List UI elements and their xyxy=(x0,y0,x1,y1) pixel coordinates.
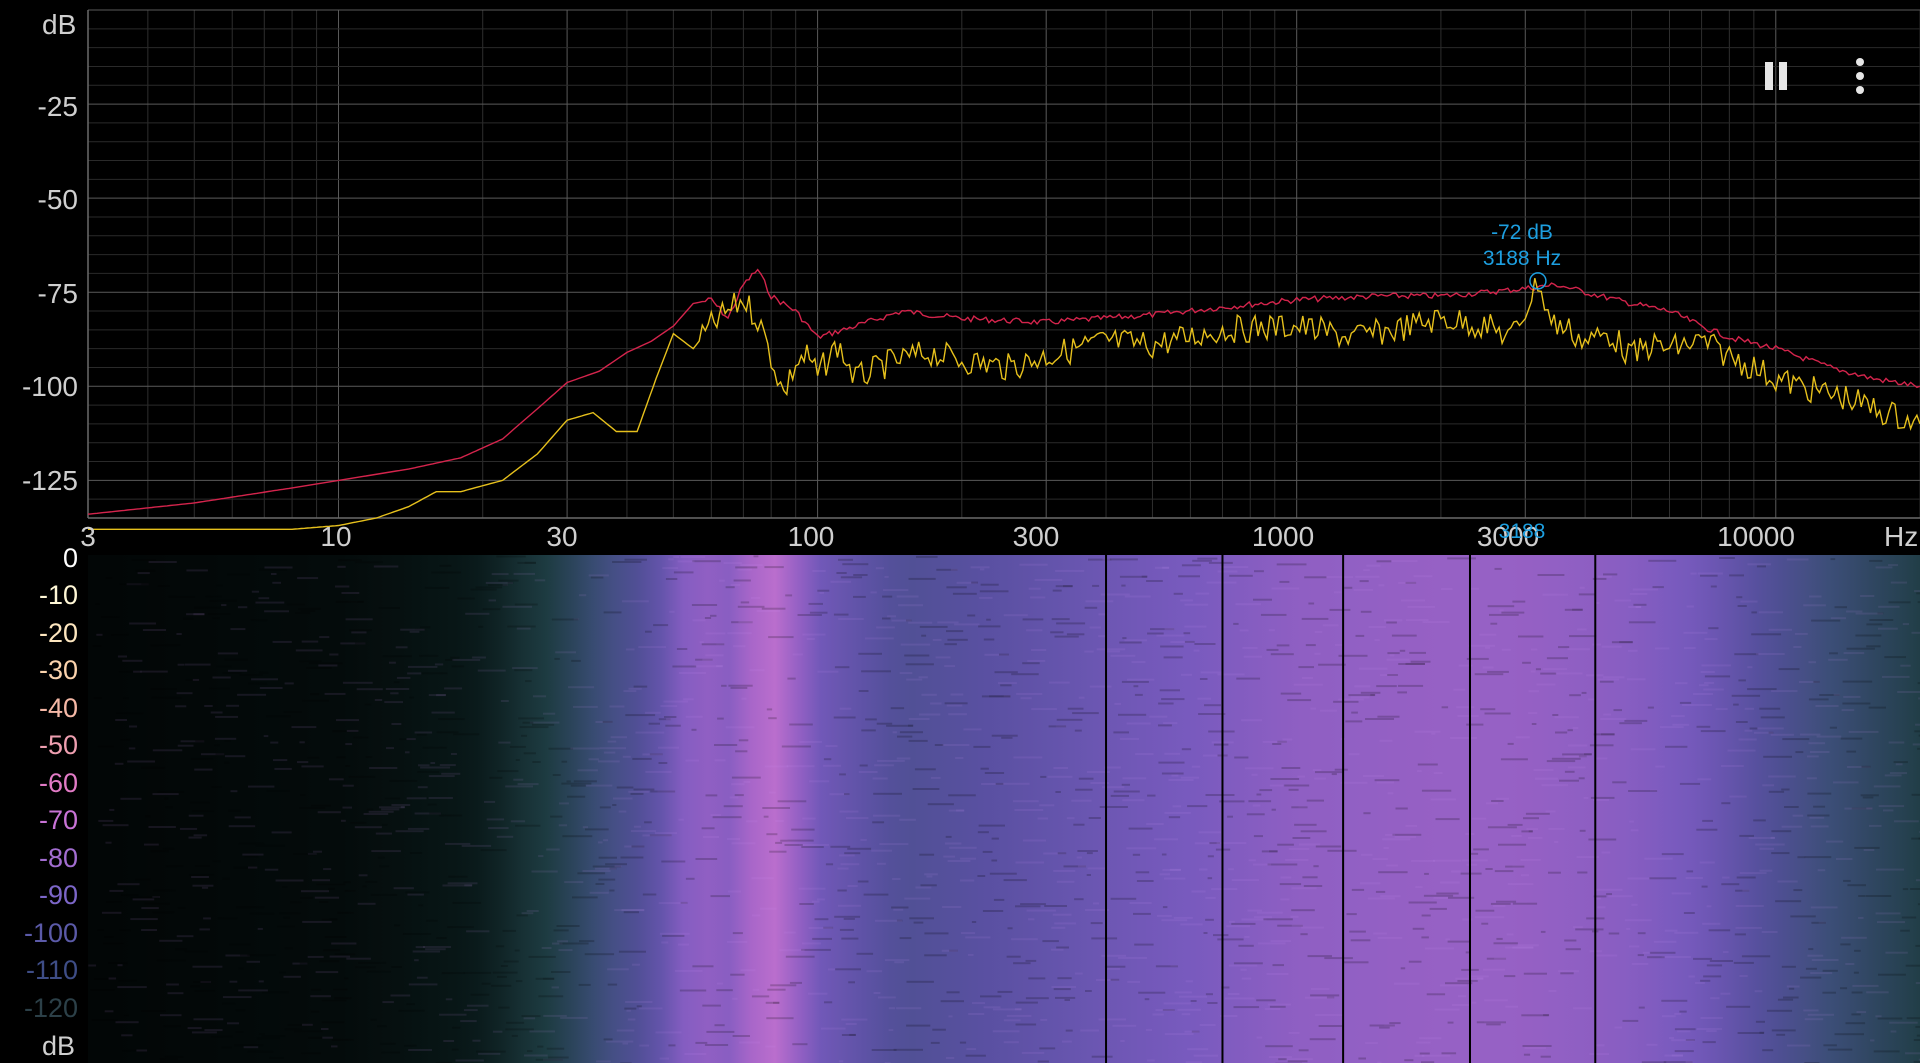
color-scale-label: -80 xyxy=(38,843,78,873)
x-tick-label: 10 xyxy=(320,521,352,552)
color-scale-label: -20 xyxy=(38,618,78,648)
color-scale-label: 0 xyxy=(62,543,78,573)
spectrogram-intensity xyxy=(88,555,1920,1063)
color-scale-label: -60 xyxy=(38,768,78,798)
spectrum-chart xyxy=(87,9,1920,530)
cursor-frequency-label: 3188 xyxy=(1498,520,1546,543)
series-line-1 xyxy=(88,278,1920,530)
x-tick-label: 30 xyxy=(546,521,578,552)
x-tick-label: 300 xyxy=(1012,521,1060,552)
peak-hz-label: 3188 Hz xyxy=(1482,247,1562,270)
hz-unit-label: Hz xyxy=(1884,521,1919,552)
more-vert-icon xyxy=(1856,55,1864,97)
peak-db-label: -72 dB xyxy=(1491,221,1553,244)
color-scale-label: -90 xyxy=(38,880,78,910)
pause-button[interactable] xyxy=(1756,56,1796,96)
color-scale-label: -50 xyxy=(38,730,78,760)
pause-icon xyxy=(1762,62,1790,90)
color-scale-label: -100 xyxy=(23,918,78,948)
spectrogram-panel xyxy=(0,555,1920,1063)
db-unit-label-bottom: dB xyxy=(42,1031,76,1061)
spectrum-analyzer-app: dB Hz -25 -50 -75 -100 -125 3 10 30 100 … xyxy=(0,0,1920,1063)
y-tick-label: -25 xyxy=(37,91,78,122)
x-tick-label: 10000 xyxy=(1717,521,1795,552)
color-scale-label: -40 xyxy=(38,693,78,723)
color-scale-label: -70 xyxy=(38,805,78,835)
y-tick-label: -125 xyxy=(21,465,78,496)
x-tick-label: 3 xyxy=(80,521,96,552)
color-scale-label: -10 xyxy=(38,580,78,610)
more-options-button[interactable] xyxy=(1840,54,1880,98)
color-scale-label: -120 xyxy=(23,993,78,1023)
grid xyxy=(87,9,1920,519)
series-line-0 xyxy=(87,268,1920,515)
color-scale-label: -110 xyxy=(25,955,78,985)
spectrogram-heatmap xyxy=(0,555,1920,1063)
color-scale-label: -30 xyxy=(38,655,78,685)
x-tick-label: 100 xyxy=(787,521,835,552)
y-tick-label: -75 xyxy=(37,278,78,309)
y-tick-label: -50 xyxy=(37,184,78,215)
y-tick-label: -100 xyxy=(21,371,78,402)
x-tick-label: 1000 xyxy=(1251,521,1315,552)
db-unit-label-top: dB xyxy=(42,9,77,40)
